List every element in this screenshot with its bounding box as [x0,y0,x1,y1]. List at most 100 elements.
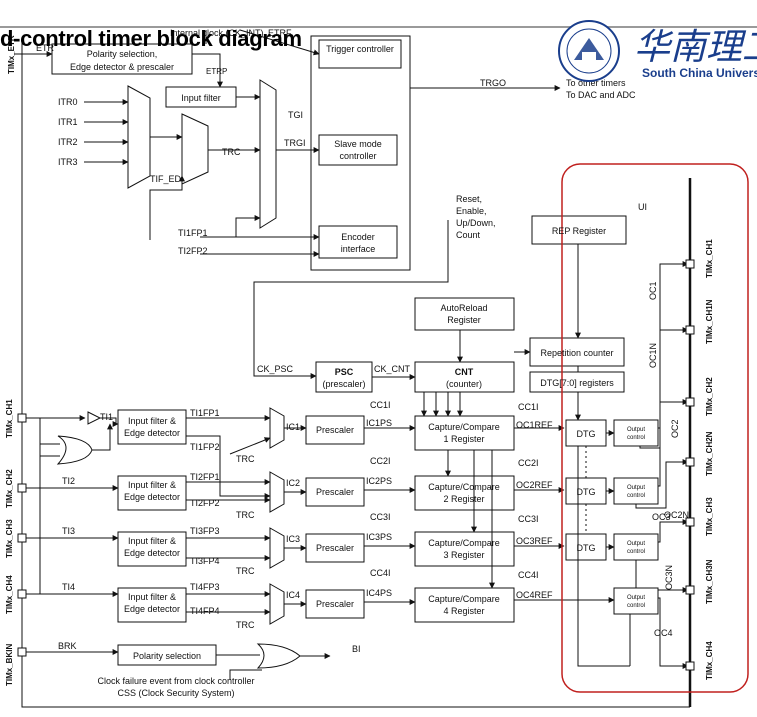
fp-b-label-2: TI2FP2 [190,498,220,508]
psc-sub-label: (prescaler) [322,379,365,389]
edge-prescaler-label: Edge detector & prescaler [70,62,174,72]
encoder-line2: interface [341,244,376,254]
tgi-label: TGI [288,110,303,120]
ic-label-2: IC2 [286,478,300,488]
channel-pin-2: TIMx_CH2 [5,469,14,508]
input-filter-label: Input filter [181,93,221,103]
repetition-counter-label: Repetition counter [540,348,613,358]
cnt-label: CNT [455,367,474,377]
prescaler-label-1: Prescaler [316,425,354,435]
ocref-label-2: OC2REF [516,480,553,490]
prescaler-label-4: Prescaler [316,599,354,609]
channel-pin-4: TIMx_CH4 [5,575,14,614]
ti-label-2: TI2 [62,476,75,486]
input-port-3 [17,533,27,543]
ic-label-1: IC1 [286,422,300,432]
dtg-label-1: DTG [577,429,596,439]
psc-label: PSC [335,367,354,377]
brk-polarity-label: Polarity selection [133,651,201,661]
input-port-1 [17,413,27,423]
fp-a-label-3: TI3FP3 [190,526,220,536]
rep-register-label: REP Register [552,226,606,236]
filter-line1-4: Input filter & [128,592,176,602]
output-port-3 [685,397,695,407]
ocref-label-1: OC1REF [516,420,553,430]
output-ctrl-line1-4: Output [627,595,645,601]
output-ctrl-line2-3: control [627,549,645,555]
encoder-line1: Encoder [341,232,375,242]
timer-block-diagram: Internal clock (CK_INT)TIMx_ETR ETRETRFET… [5,28,749,708]
output-ctrl-line2-2: control [627,493,645,499]
output-pin-label-6: TIMx_CH3N [705,559,714,604]
oc-label-1: OC1 [648,281,658,300]
trigger-controller-label: Trigger controller [326,44,394,54]
output-pin-label-2: TIMx_CH1N [705,299,714,344]
filter-line1-1: Input filter & [128,416,176,426]
ui-label: UI [638,202,647,212]
itr2-label: ITR2 [58,137,78,147]
reg-line1-4: Capture/Compare [428,594,500,604]
reset-enable-line1: Enable, [456,206,487,216]
input-port-2 [17,483,27,493]
slide-title: d-control timer block diagram [0,26,302,51]
channel-pin-1: TIMx_CH1 [5,399,14,438]
ck-psc-label: CK_PSC [257,364,294,374]
icps-label-4: IC4PS [366,588,392,598]
trgo-label: TRGO [480,78,506,88]
reg-line2-3: 3 Register [443,550,484,560]
output-port-4 [685,457,695,467]
output-pin-label-7: TIMx_CH4 [705,641,714,680]
fp-b-label-4: TI4FP4 [190,606,220,616]
autoreload-line1: AutoReload [440,303,487,313]
output-port-6 [685,585,695,595]
ti-label-3: TI3 [62,526,75,536]
reg-line1-3: Capture/Compare [428,538,500,548]
university-logo: 华南理工 South China University [552,18,757,84]
cci2-label-4: CC4I [518,570,539,580]
css-note-line1: Clock failure event from clock controlle… [97,676,254,686]
trc-label-2: TRC [236,510,255,520]
prescaler-label-3: Prescaler [316,543,354,553]
output-ctrl-line1-3: Output [627,541,645,547]
itr1-label: ITR1 [58,117,78,127]
output-port-1 [685,259,695,269]
itr0-label: ITR0 [58,97,78,107]
css-note-line2: CSS (Clock Security System) [117,688,234,698]
fp-a-label-1: TI1FP1 [190,408,220,418]
output-pin-label-3: TIMx_CH2 [705,377,714,416]
logo-text-cn: 华南理工 [634,27,757,68]
output-ctrl-line2-1: control [627,435,645,441]
cci-label-3: CC3I [370,512,391,522]
dtg-label-3: DTG [577,543,596,553]
reset-enable-line0: Reset, [456,194,482,204]
filter-line1-3: Input filter & [128,536,176,546]
dtg-label-2: DTG [577,487,596,497]
output-pin-label-1: TIMx_CH1 [705,239,714,278]
reg-line2-1: 1 Register [443,434,484,444]
input-port-5 [17,647,27,657]
filter-line2-2: Edge detector [124,492,180,502]
brk-label: BRK [58,641,77,651]
trgi-mux [259,79,277,229]
cci-label-4: CC4I [370,568,391,578]
ti-label-4: TI4 [62,582,75,592]
autoreload-line2: Register [447,315,481,325]
trc-top-label: TRC [222,147,241,157]
reg-line2-4: 4 Register [443,606,484,616]
icps-label-2: IC2PS [366,476,392,486]
cnt-sub-label: (counter) [446,379,482,389]
reset-enable-line3: Count [456,230,481,240]
bi-label: BI [352,644,361,654]
output-pin-label-4: TIMx_CH2N [705,431,714,476]
prescaler-label-2: Prescaler [316,487,354,497]
oc-label-7: OC4 [654,628,673,638]
trgi-label: TRGI [284,138,306,148]
slave-mode-line2: controller [339,151,376,161]
output-ctrl-line1-2: Output [627,485,645,491]
reg-line1-1: Capture/Compare [428,422,500,432]
cci-label-2: CC2I [370,456,391,466]
icps-label-1: IC1PS [366,418,392,428]
output-pin-label-5: TIMx_CH3 [705,497,714,536]
icps-label-3: IC3PS [366,532,392,542]
cci2-label-3: CC3I [518,514,539,524]
